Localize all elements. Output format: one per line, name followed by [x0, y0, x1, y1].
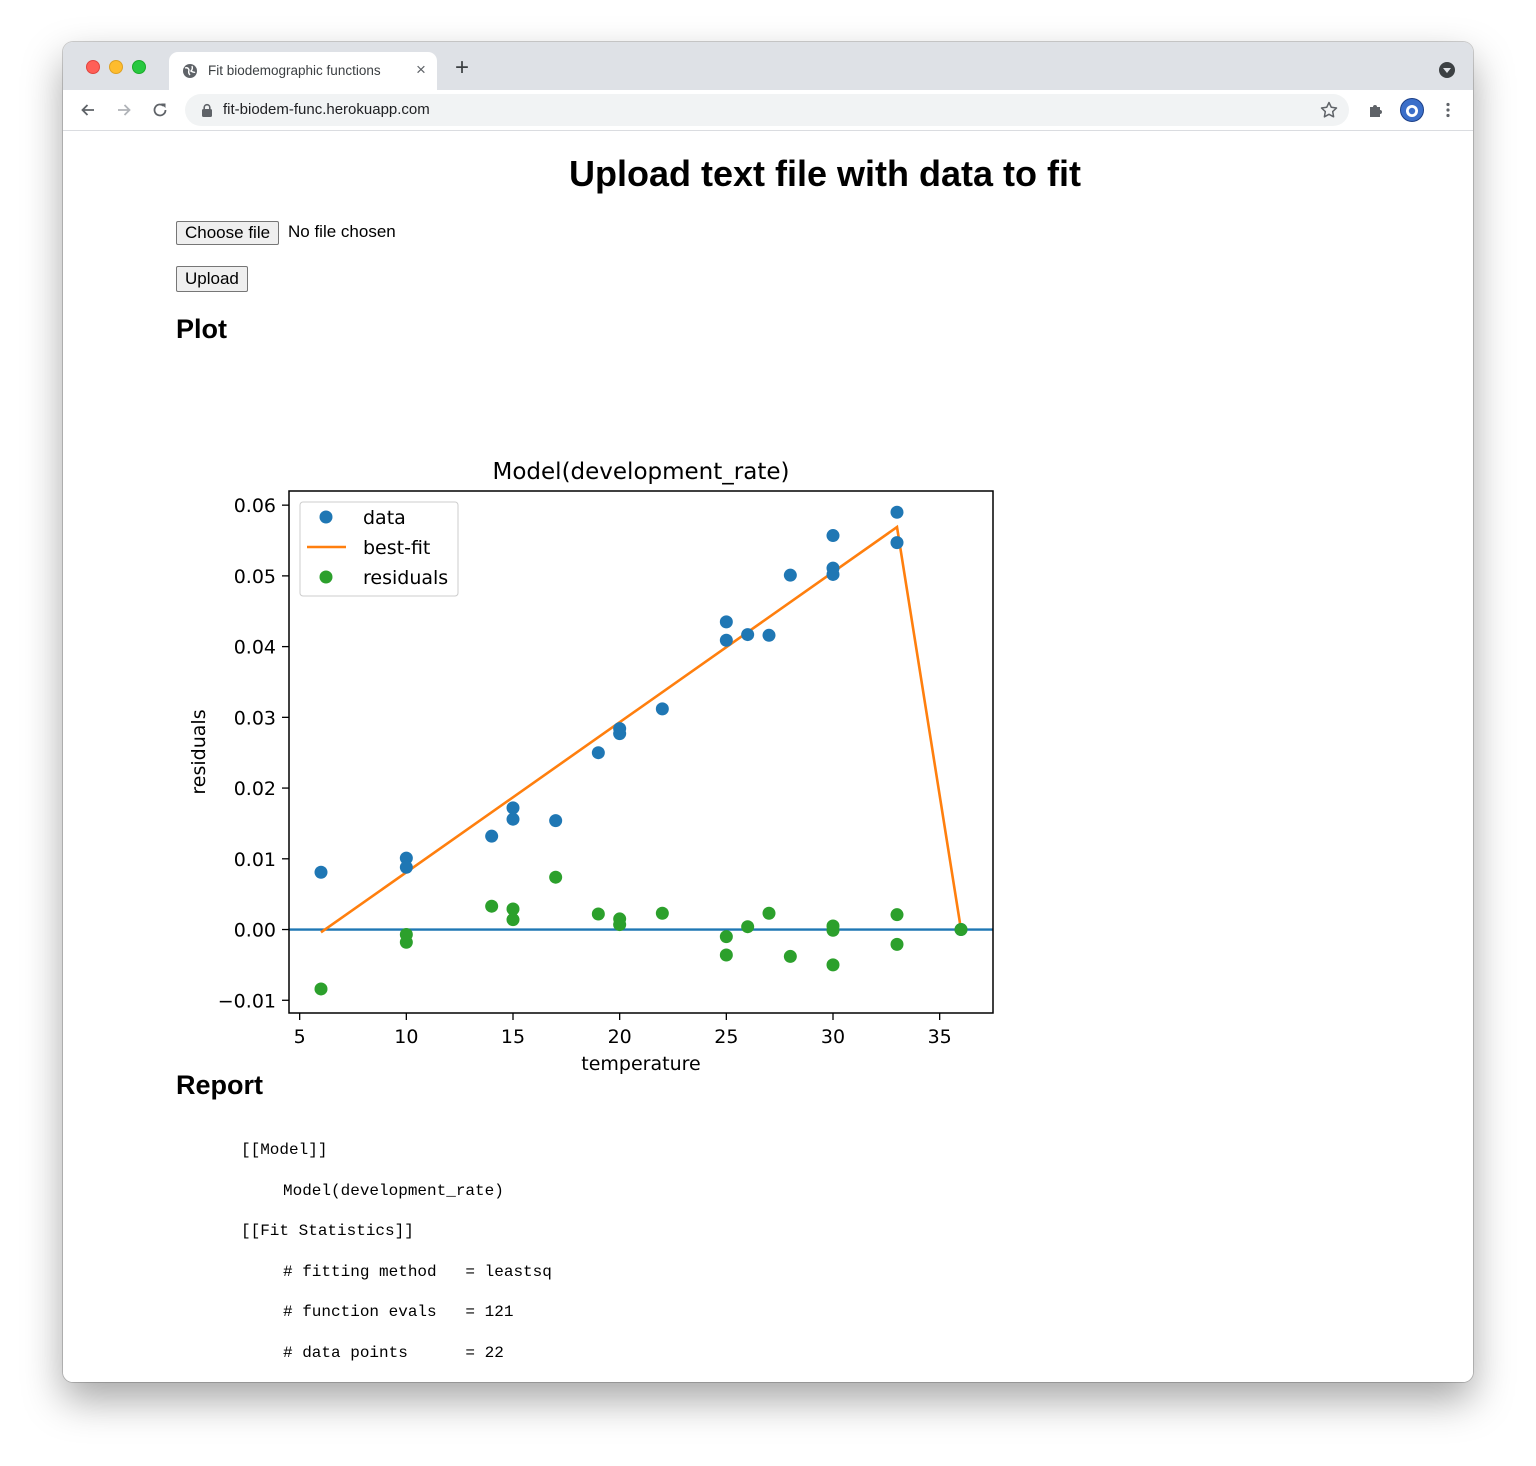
data-point — [655, 702, 669, 716]
y-tick-label: 0.06 — [234, 495, 276, 517]
x-tick-label: 25 — [714, 1026, 738, 1048]
close-tab-icon[interactable]: × — [412, 61, 430, 79]
url-text: fit-biodem-func.herokuapp.com — [223, 101, 430, 118]
residual-point — [719, 930, 733, 944]
file-status-text: No file chosen — [288, 222, 396, 241]
data-point — [314, 865, 328, 879]
tab-title: Fit biodemographic functions — [208, 63, 381, 78]
data-point — [485, 829, 499, 843]
reload-icon[interactable] — [148, 98, 172, 122]
residual-point — [783, 949, 797, 963]
browser-toolbar: fit-biodem-func.herokuapp.com — [63, 90, 1473, 131]
residual-point — [741, 920, 755, 934]
more-menu-icon[interactable] — [1436, 98, 1460, 122]
plot-heading: Plot — [176, 314, 227, 344]
residual-point — [826, 923, 840, 937]
report-line: Model(development_rate) — [283, 1181, 504, 1200]
y-tick-label: 0.01 — [234, 849, 276, 871]
data-point — [719, 633, 733, 647]
data-point — [719, 615, 733, 629]
residual-point — [890, 937, 904, 951]
x-tick-label: 20 — [608, 1026, 632, 1048]
residual-point — [506, 913, 520, 927]
upload-button[interactable]: Upload — [176, 266, 248, 292]
x-tick-label: 5 — [294, 1026, 306, 1048]
legend-label: data — [363, 507, 406, 529]
globe-icon — [183, 64, 197, 78]
y-axis-label: residuals — [188, 709, 210, 794]
residual-point — [549, 870, 563, 884]
legend-marker — [319, 570, 333, 584]
data-point — [762, 628, 776, 642]
maximize-window-button[interactable] — [132, 60, 146, 74]
browser-window: Fit biodemographic functions × + fit-bio… — [63, 42, 1473, 1382]
active-tab[interactable]: Fit biodemographic functions × — [169, 52, 437, 90]
data-point — [591, 746, 605, 760]
model-plot: Model(development_rate) 5 10 15 20 25 30 35 −0.0… — [188, 459, 994, 1075]
residual-point — [890, 908, 904, 922]
residual-point — [613, 918, 627, 932]
residual-point — [719, 948, 733, 962]
choose-file-button[interactable]: Choose file — [176, 221, 280, 245]
data-point — [741, 628, 755, 642]
residual-point — [485, 899, 499, 913]
data-point — [890, 505, 904, 519]
profile-avatar[interactable] — [1400, 98, 1424, 122]
report-line: # function evals = 121 — [283, 1303, 514, 1321]
forward-arrow-icon[interactable] — [112, 98, 136, 122]
x-axis-label: temperature — [581, 1053, 700, 1075]
legend-marker — [319, 510, 333, 524]
report-line: # fitting method = leastsq — [283, 1262, 552, 1281]
legend-label: residuals — [363, 567, 448, 589]
y-tick-label: 0.03 — [234, 707, 276, 729]
chart-title: Model(development_rate) — [493, 459, 790, 485]
report-heading: Report — [176, 1070, 263, 1100]
page-title: Upload text file with data to fit — [569, 153, 1081, 194]
residual-point — [762, 906, 776, 920]
x-tick-label: 15 — [501, 1026, 525, 1048]
residual-point — [591, 907, 605, 921]
data-point — [613, 727, 627, 741]
tab-search-icon[interactable] — [1439, 62, 1455, 78]
residual-point — [655, 906, 669, 920]
residual-point — [954, 923, 968, 937]
lock-icon — [202, 103, 212, 117]
report-line: # data points = 22 — [283, 1343, 504, 1362]
page-content: Upload text file with data to fit Choose… — [63, 131, 1473, 1382]
data-point — [826, 567, 840, 581]
y-tick-label: 0.04 — [234, 637, 276, 659]
data-point — [506, 801, 520, 815]
close-window-button[interactable] — [86, 60, 100, 74]
report-line: [[Model]] — [241, 1141, 328, 1159]
residual-point — [314, 982, 328, 996]
data-point — [826, 529, 840, 543]
address-bar[interactable]: fit-biodem-func.herokuapp.com — [185, 94, 1349, 126]
y-tick-label: −0.01 — [218, 990, 276, 1012]
x-tick-label: 10 — [394, 1026, 418, 1048]
residual-point — [826, 958, 840, 972]
data-point — [549, 814, 563, 828]
new-tab-button[interactable]: + — [451, 56, 473, 80]
back-arrow-icon[interactable] — [76, 98, 100, 122]
y-tick-label: 0.00 — [234, 920, 276, 942]
data-point — [506, 812, 520, 826]
minimize-window-button[interactable] — [109, 60, 123, 74]
data-point — [783, 568, 797, 582]
y-tick-label: 0.05 — [234, 566, 276, 588]
legend-label: best-fit — [363, 537, 430, 559]
data-point — [890, 536, 904, 550]
x-tick-label: 35 — [928, 1026, 952, 1048]
data-point — [399, 860, 413, 874]
y-tick-label: 0.02 — [234, 778, 276, 800]
residual-point — [399, 935, 413, 949]
extensions-puzzle-icon[interactable] — [1364, 98, 1388, 122]
x-tick-label: 30 — [821, 1026, 845, 1048]
report-line: [[Fit Statistics]] — [241, 1222, 414, 1240]
tab-strip: Fit biodemographic functions × + — [63, 42, 1473, 90]
bookmark-star-icon[interactable] — [1319, 100, 1339, 120]
